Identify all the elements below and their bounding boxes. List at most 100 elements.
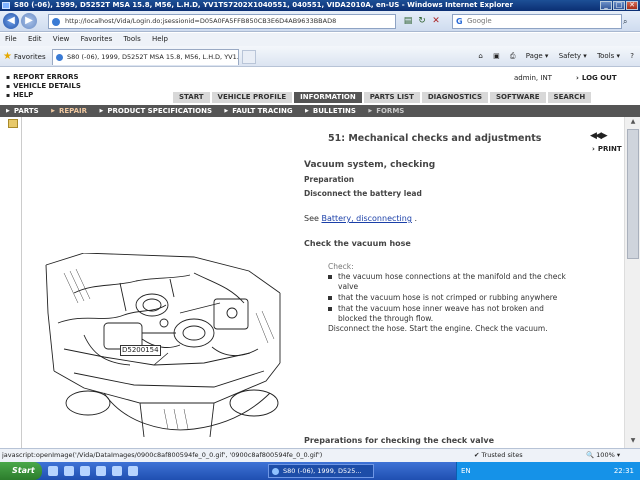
logout-link[interactable]: LOG OUT bbox=[576, 74, 617, 82]
tab-software[interactable]: SOFTWARE bbox=[489, 91, 547, 104]
doc-nav-arrows[interactable]: ◀◀ ▶ bbox=[590, 131, 608, 141]
search-placeholder: Google bbox=[467, 17, 492, 25]
quicklaunch-icon[interactable] bbox=[64, 466, 74, 476]
report-errors-link[interactable]: REPORT ERRORS bbox=[6, 73, 81, 82]
left-panel bbox=[0, 117, 22, 448]
list-item: that the vacuum hose inner weave has not… bbox=[328, 304, 568, 324]
zoom-level[interactable]: 🔍 100% ▾ bbox=[586, 449, 620, 462]
language-indicator[interactable]: EN bbox=[461, 462, 471, 480]
subnav-forms[interactable]: FORMS bbox=[368, 107, 404, 115]
subnav-parts[interactable]: PARTS bbox=[6, 107, 39, 115]
refresh-icon[interactable]: ↻ bbox=[416, 15, 428, 27]
menu-edit[interactable]: Edit bbox=[28, 35, 42, 43]
doc-heading: Vacuum system, checking bbox=[304, 160, 436, 170]
tools-menu[interactable]: Tools ▾ bbox=[597, 52, 620, 60]
tab-start[interactable]: START bbox=[172, 91, 211, 104]
subnav-bulletins[interactable]: BULLETINS bbox=[305, 107, 356, 115]
check-list-block: Check: the vacuum hose connections at th… bbox=[328, 262, 568, 334]
favorites-bar: ★ Favorites S80 (-06), 1999, D5252T MSA 1… bbox=[0, 46, 640, 67]
page-menu[interactable]: Page ▾ bbox=[526, 52, 549, 60]
scroll-down-icon[interactable]: ▼ bbox=[627, 437, 639, 447]
minimize-button[interactable]: _ bbox=[600, 1, 612, 10]
see-label: See bbox=[304, 214, 319, 223]
vida-page: REPORT ERRORS VEHICLE DETAILS HELP admin… bbox=[0, 67, 640, 448]
check-valve-heading: Preparations for checking the check valv… bbox=[304, 436, 495, 445]
see-reference: See Battery, disconnecting . bbox=[304, 214, 417, 223]
tab-information[interactable]: INFORMATION bbox=[293, 91, 363, 104]
check-hose-heading: Check the vacuum hose bbox=[304, 239, 411, 248]
help-link[interactable]: HELP bbox=[6, 91, 81, 100]
window-title: S80 (-06), 1999, D5252T MSA 15.8, M56, L… bbox=[14, 1, 513, 9]
engine-bay-illustration[interactable] bbox=[44, 253, 284, 443]
list-item: that the vacuum hose is not crimped or r… bbox=[328, 293, 568, 303]
system-tray: EN 22:31 bbox=[456, 462, 640, 480]
tab-vehicle-profile[interactable]: VEHICLE PROFILE bbox=[210, 91, 294, 104]
task-ie-icon bbox=[272, 468, 279, 475]
safety-menu[interactable]: Safety ▾ bbox=[559, 52, 587, 60]
browser-tab-title: S80 (-06), 1999, D5252T MSA 15.8, M56, L… bbox=[67, 53, 239, 61]
window-controls: _ □ ✕ bbox=[600, 1, 638, 10]
start-button[interactable]: Start bbox=[0, 462, 42, 480]
tab-parts-list[interactable]: PARTS LIST bbox=[362, 91, 421, 104]
clock[interactable]: 22:31 bbox=[614, 462, 634, 480]
tab-diagnostics[interactable]: DIAGNOSTICS bbox=[420, 91, 489, 104]
subnav-fault-tracing[interactable]: FAULT TRACING bbox=[224, 107, 292, 115]
preparation-heading: Preparation bbox=[304, 175, 355, 184]
maximize-button[interactable]: □ bbox=[613, 1, 625, 10]
quicklaunch-icon[interactable] bbox=[112, 466, 122, 476]
main-tabs: START VEHICLE PROFILE INFORMATION PARTS … bbox=[172, 91, 593, 104]
address-toolbar: ◀ ▶ http://localhost/Vida/Login.do;jsess… bbox=[0, 11, 640, 32]
taskbar-task-ie[interactable]: S80 (-06), 1999, D525... bbox=[268, 464, 374, 478]
subnav-product-specifications[interactable]: PRODUCT SPECIFICATIONS bbox=[99, 107, 212, 115]
address-url: http://localhost/Vida/Login.do;jsessioni… bbox=[65, 17, 337, 25]
window-titlebar: S80 (-06), 1999, D5252T MSA 15.8, M56, L… bbox=[0, 0, 640, 11]
menu-help[interactable]: Help bbox=[152, 35, 168, 43]
scroll-thumb[interactable] bbox=[627, 129, 639, 259]
vehicle-details-link[interactable]: VEHICLE DETAILS bbox=[6, 82, 81, 91]
command-bar: ⌂ ▣ ⎙ Page ▾ Safety ▾ Tools ▾ ? bbox=[470, 46, 634, 67]
zoom-value: 100% bbox=[596, 451, 615, 459]
quicklaunch-icon[interactable] bbox=[128, 466, 138, 476]
print-link[interactable]: PRINT bbox=[592, 145, 622, 153]
battery-disconnecting-link[interactable]: Battery, disconnecting bbox=[321, 214, 411, 223]
taskbar: Start S80 (-06), 1999, D525... EN 22:31 bbox=[0, 462, 640, 480]
favorites-label: Favorites bbox=[13, 53, 46, 61]
menu-tools[interactable]: Tools bbox=[123, 35, 140, 43]
scrollbar[interactable]: ▲ ▼ bbox=[624, 117, 640, 448]
status-message: javascript:openImage('/Vida/DataImages/0… bbox=[2, 451, 323, 459]
new-tab-button[interactable] bbox=[242, 50, 256, 64]
scroll-up-icon[interactable]: ▲ bbox=[627, 118, 639, 128]
sub-navigation: PARTS REPAIR PRODUCT SPECIFICATIONS FAUL… bbox=[0, 105, 640, 117]
print-icon[interactable]: ⎙ bbox=[510, 52, 516, 60]
compatibility-icon[interactable]: ▤ bbox=[402, 15, 414, 27]
menu-file[interactable]: File bbox=[5, 35, 17, 43]
quick-launch bbox=[48, 466, 138, 476]
menu-favorites[interactable]: Favorites bbox=[81, 35, 113, 43]
subnav-repair[interactable]: REPAIR bbox=[51, 107, 87, 115]
tree-toggle-icon[interactable] bbox=[8, 119, 18, 128]
check-label: Check: bbox=[328, 262, 354, 271]
help-icon[interactable]: ? bbox=[630, 52, 634, 60]
google-logo: G bbox=[456, 17, 463, 26]
list-item: the vacuum hose connections at the manif… bbox=[328, 272, 568, 292]
search-input[interactable]: G Google ⌕ bbox=[452, 14, 627, 29]
check-list: the vacuum hose connections at the manif… bbox=[328, 272, 568, 324]
back-button[interactable]: ◀ bbox=[3, 13, 19, 29]
search-icon[interactable]: ⌕ bbox=[623, 15, 635, 28]
ie-icon bbox=[2, 2, 10, 9]
quicklaunch-icon[interactable] bbox=[80, 466, 90, 476]
quicklaunch-icon[interactable] bbox=[48, 466, 58, 476]
quicklaunch-icon[interactable] bbox=[96, 466, 106, 476]
close-button[interactable]: ✕ bbox=[626, 1, 638, 10]
browser-tab[interactable]: S80 (-06), 1999, D5252T MSA 15.8, M56, L… bbox=[52, 49, 239, 65]
top-links: REPORT ERRORS VEHICLE DETAILS HELP bbox=[6, 73, 81, 100]
favorites-button[interactable]: ★ Favorites bbox=[3, 46, 46, 68]
tab-search[interactable]: SEARCH bbox=[546, 91, 593, 104]
stop-icon[interactable]: ✕ bbox=[430, 15, 442, 27]
menu-view[interactable]: View bbox=[53, 35, 70, 43]
address-input[interactable]: http://localhost/Vida/Login.do;jsessioni… bbox=[48, 14, 396, 29]
home-icon[interactable]: ⌂ bbox=[478, 52, 482, 60]
forward-button[interactable]: ▶ bbox=[21, 13, 37, 29]
feeds-icon[interactable]: ▣ bbox=[493, 52, 500, 60]
disconnect-battery-text: Disconnect the battery lead bbox=[304, 189, 422, 198]
